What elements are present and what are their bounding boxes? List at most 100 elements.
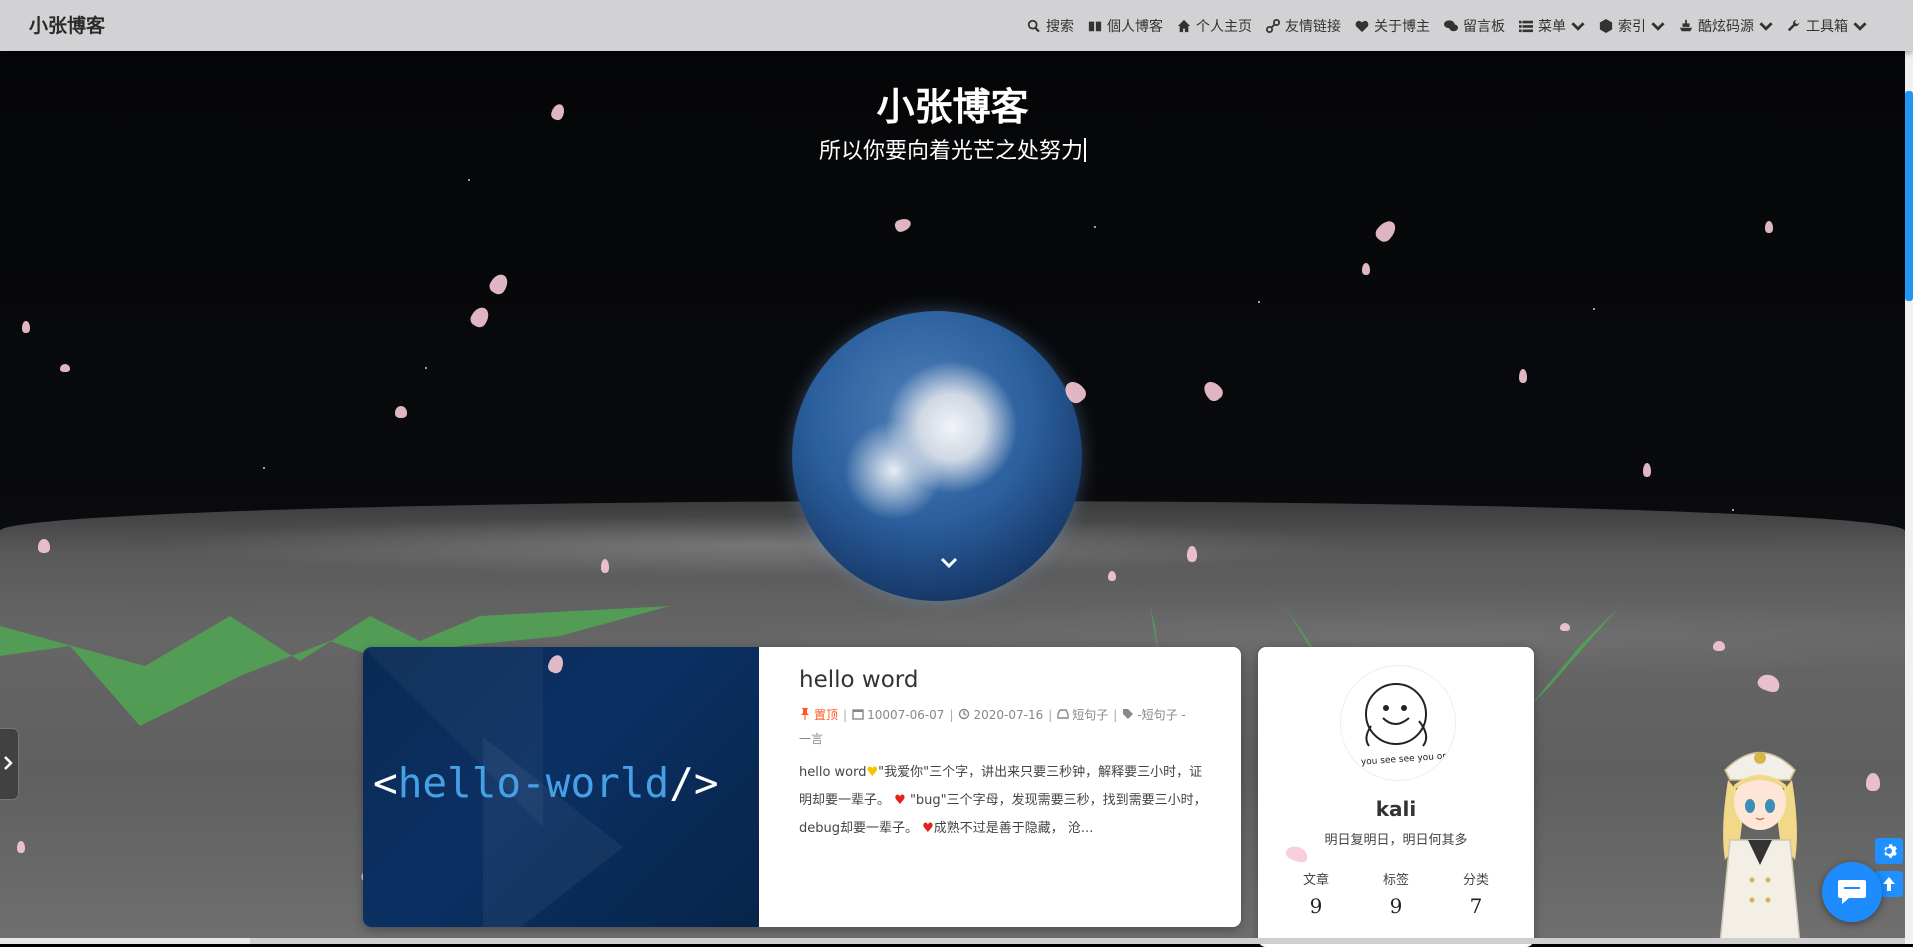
history-icon: [959, 708, 970, 720]
chevron-down-icon: [1571, 21, 1585, 31]
stat-value: 9: [1309, 894, 1323, 918]
stat-categories[interactable]: 分类 7: [1436, 869, 1516, 918]
nav-item-personal-blog[interactable]: 個人博客: [1088, 16, 1163, 36]
cube-icon: [1599, 18, 1613, 33]
nav-item-homepage[interactable]: 个人主页: [1177, 16, 1252, 36]
nav-item-search[interactable]: 搜索: [1027, 16, 1074, 36]
star: [468, 179, 470, 181]
pinned-badge: 置顶: [799, 708, 838, 722]
chevron-down-icon: [1759, 21, 1773, 31]
post-card[interactable]: <hello-world/> hello word 置顶 | 10007-06-07…: [363, 647, 1241, 927]
avatar[interactable]: you see see you one day day: [1340, 665, 1456, 781]
yellow-heart-icon: ♥: [866, 765, 879, 780]
search-icon: [1027, 19, 1040, 32]
post-meta: 置顶 | 10007-06-07 | 2020-07-16 | 短句子 | -短句子 - 一言: [799, 703, 1209, 751]
list-icon: [1519, 20, 1533, 32]
star: [263, 467, 265, 469]
sakura-petal: [1713, 641, 1725, 651]
nav-item-menu-dropdown[interactable]: 菜单: [1519, 16, 1585, 36]
profile-name: kali: [1375, 797, 1417, 821]
cover-code-text: <hello-world/>: [373, 759, 719, 807]
nav-item-toolbox-dropdown[interactable]: 工具箱: [1787, 16, 1867, 36]
home-icon: [1177, 19, 1191, 32]
chevron-down-icon: [1853, 21, 1867, 31]
sakura-petal: [601, 559, 609, 573]
slogan-text: 所以你要向着光芒之处努力: [818, 139, 1083, 164]
nav-item-label: 索引: [1618, 18, 1646, 35]
post-tags[interactable]: -短句子 -: [1122, 708, 1186, 722]
star: [1258, 301, 1260, 303]
stat-tags[interactable]: 标签 9: [1356, 869, 1436, 918]
nav-item-index-dropdown[interactable]: 索引: [1599, 16, 1665, 36]
live2d-mascot[interactable]: [1700, 740, 1820, 944]
tag-icon: [1123, 709, 1134, 719]
page-scrollbar[interactable]: [1905, 51, 1913, 944]
stat-label: 标签: [1382, 873, 1409, 888]
sakura-petal: [22, 321, 30, 333]
site-brand[interactable]: 小张博客: [29, 11, 105, 38]
nav-item-label: 個人博客: [1107, 18, 1163, 35]
horizontal-scrollbar[interactable]: [0, 938, 1905, 944]
excerpt-text: hello word: [799, 765, 867, 780]
nav-menu: 搜索 個人博客 个人主页 友情链接 关于博主 留言板 菜单 索引 酷炫码源 工具…: [1027, 0, 1867, 51]
cover-open-tag: <: [373, 759, 398, 807]
nav-item-label: 关于博主: [1374, 18, 1430, 35]
sakura-petal: [1108, 571, 1116, 581]
sakura-petal: [1187, 546, 1197, 562]
top-navbar: 小张博客 搜索 個人博客 个人主页 友情链接 关于博主 留言板 菜单 索引 酷炫…: [0, 0, 1913, 51]
star: [1593, 308, 1595, 310]
nav-item-label: 酷炫码源: [1698, 18, 1754, 35]
profile-stats: 文章 9 标签 9 分类 7: [1276, 869, 1516, 918]
updated-value: 2020-07-16: [973, 708, 1044, 722]
sakura-petal: [395, 406, 407, 418]
scroll-down-button[interactable]: [937, 551, 961, 575]
pinned-label: 置顶: [814, 708, 839, 722]
stat-value: 7: [1469, 894, 1483, 918]
broken-heart-icon: ♥: [922, 821, 934, 836]
stat-label: 分类: [1462, 873, 1489, 888]
cover-word: hello-world: [397, 759, 670, 807]
nav-item-cool-source-dropdown[interactable]: 酷炫码源: [1679, 16, 1773, 36]
post-category[interactable]: 短句子: [1057, 708, 1108, 722]
nav-item-guestbook[interactable]: 留言板: [1444, 16, 1505, 36]
sakura-petal: [1560, 623, 1570, 631]
stat-articles[interactable]: 文章 9: [1276, 869, 1356, 918]
sakura-petal: [60, 364, 70, 372]
profile-card: you see see you one day day kali 明日复明日，明…: [1258, 647, 1534, 947]
post-cover-image[interactable]: <hello-world/>: [363, 647, 759, 927]
avatar-caption: you see see you one day day: [1361, 748, 1455, 767]
nav-item-label: 菜单: [1538, 18, 1566, 35]
tags-continued: 一言: [799, 732, 824, 746]
meta-separator: |: [949, 708, 954, 722]
nav-item-about[interactable]: 关于博主: [1355, 16, 1430, 36]
sakura-petal: [893, 216, 913, 234]
star: [1732, 509, 1734, 511]
nav-item-label: 个人主页: [1196, 18, 1252, 35]
excerpt-text: 成熟不过是善于隐藏， 沧...: [933, 821, 1094, 836]
sakura-petal: [468, 304, 492, 330]
thumbtack-icon: [801, 708, 809, 720]
sakura-petal: [546, 653, 566, 675]
link-icon: [1266, 18, 1280, 33]
calendar-icon: [852, 709, 864, 720]
nav-item-label: 友情链接: [1285, 18, 1341, 35]
broken-heart-icon: ♥: [894, 793, 906, 808]
chevron-down-icon: [1651, 21, 1665, 31]
nav-item-label: 搜索: [1046, 18, 1074, 35]
star: [1094, 226, 1096, 228]
chevron-right-icon: [4, 756, 13, 770]
sidebar-toggle-button[interactable]: [0, 728, 19, 800]
wrench-icon: [1787, 19, 1800, 31]
post-title[interactable]: hello word: [799, 667, 1209, 693]
settings-button[interactable]: [1875, 838, 1903, 864]
nav-item-friend-links[interactable]: 友情链接: [1266, 16, 1341, 36]
sakura-petal: [1519, 369, 1527, 383]
sakura-petal: [38, 539, 50, 553]
ship-icon: [1679, 19, 1693, 31]
scrollbar-thumb[interactable]: [1905, 91, 1913, 301]
horizontal-scrollbar-thumb[interactable]: [0, 938, 250, 944]
sakura-petal: [1765, 221, 1773, 233]
tags-value: -短句子 -: [1137, 708, 1186, 722]
chat-button[interactable]: [1822, 862, 1882, 922]
sakura-petal: [1200, 378, 1226, 404]
